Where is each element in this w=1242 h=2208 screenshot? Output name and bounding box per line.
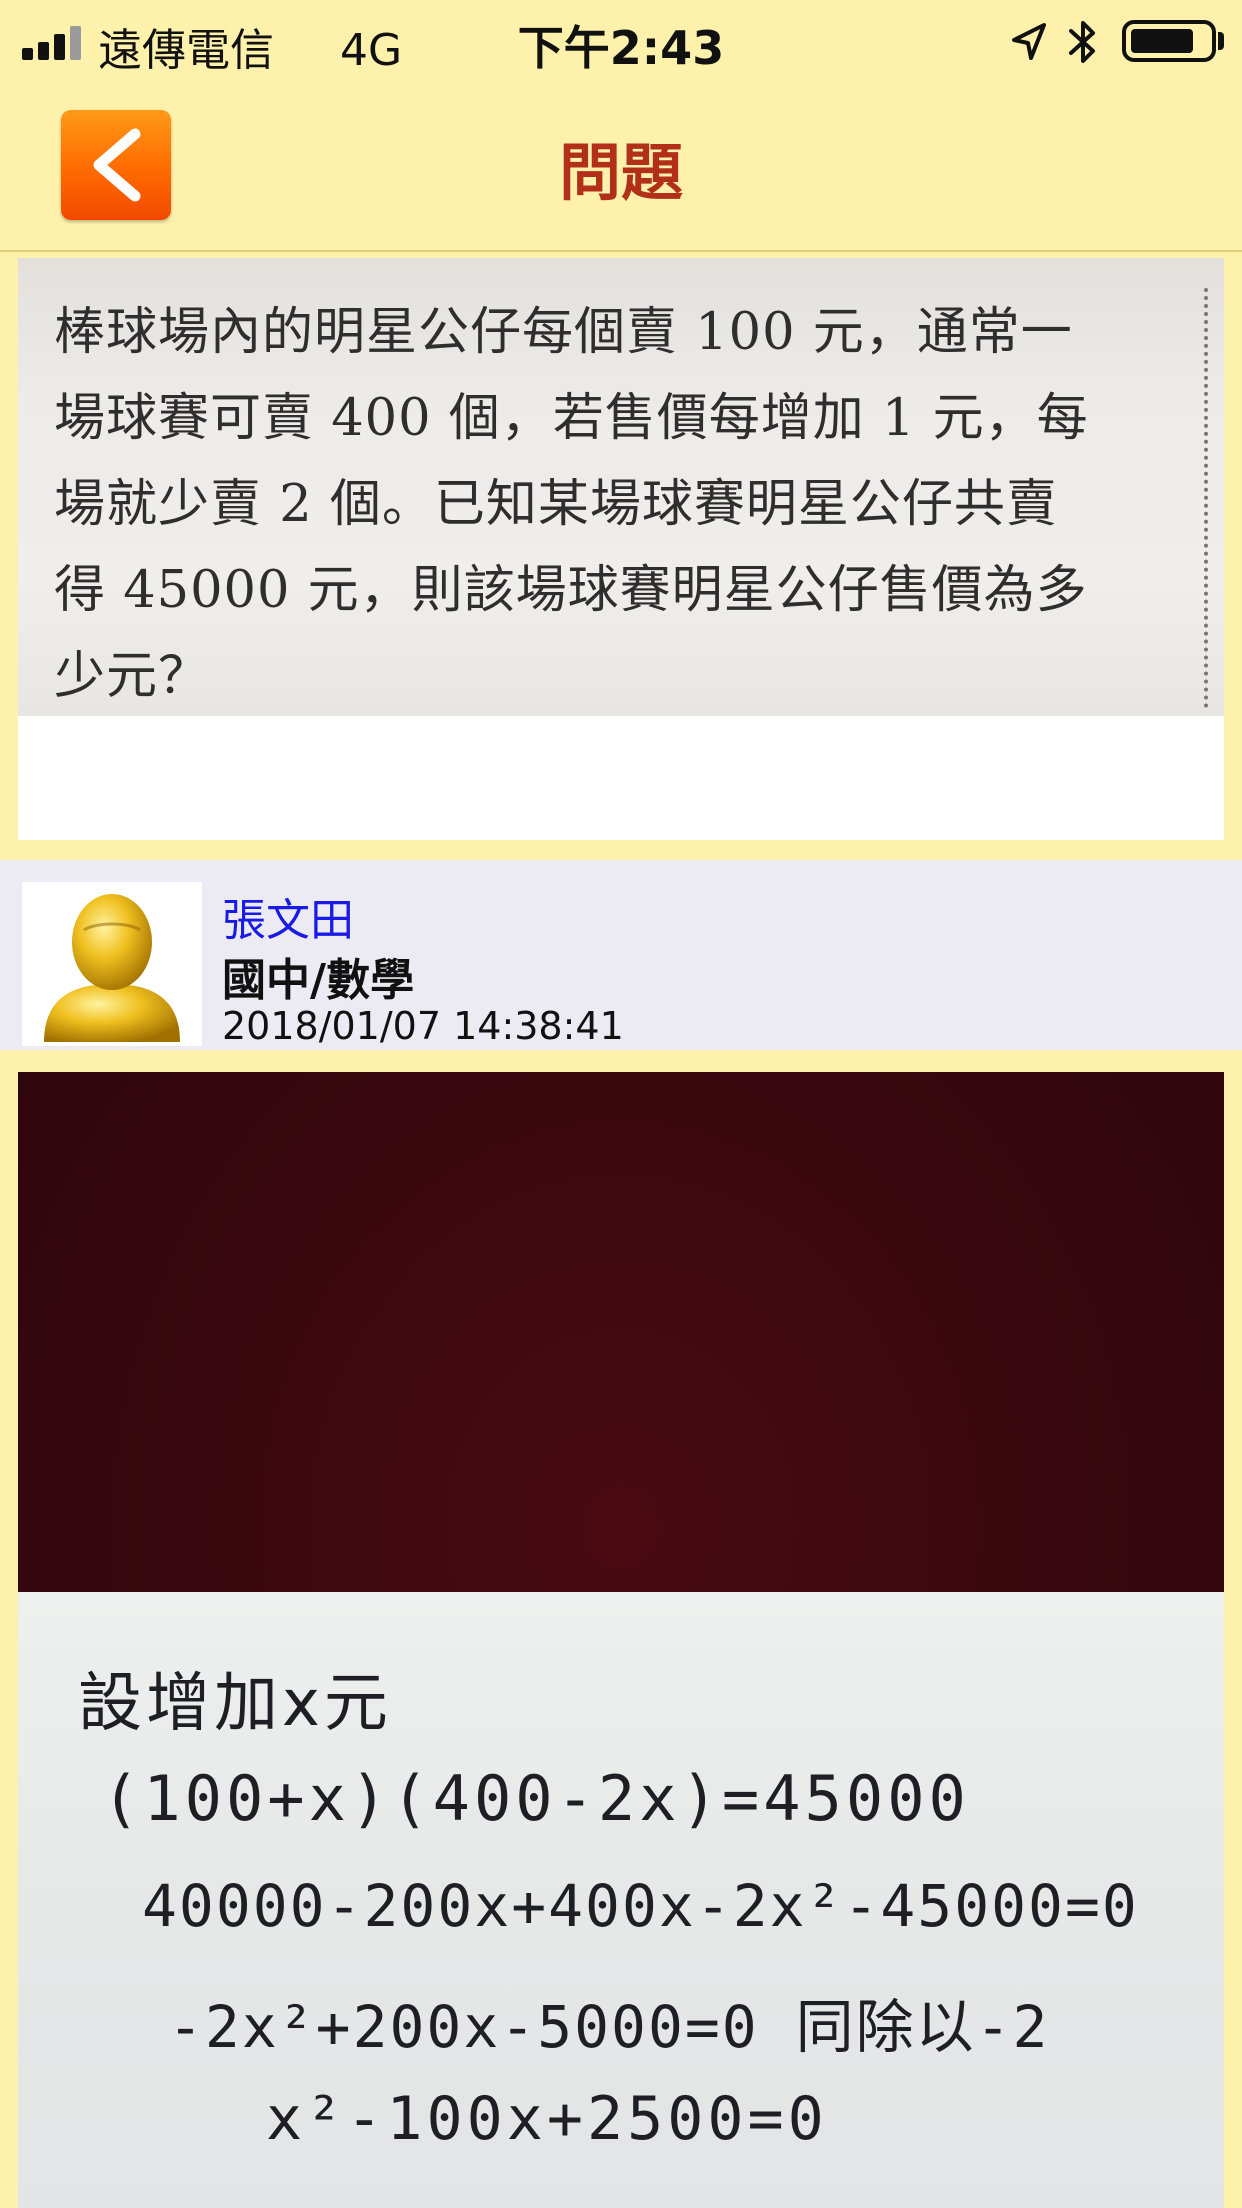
nav-bar: 問題 [0, 84, 1242, 252]
question-image-card[interactable]: 棒球場內的明星公仔每個賣 100 元，通常一 場球賽可賣 400 個，若售價每增… [18, 258, 1224, 840]
question-line: 場球賽可賣 400 個，若售價每增加 1 元，每 [54, 389, 1089, 448]
question-line: 場就少賣 2 個。已知某場球賽明星公仔共賣 [54, 475, 1058, 534]
answer-paper: 設增加x元 (100+x)(400-2x)=45000 40000-200x+4… [18, 1592, 1224, 2208]
bluetooth-icon [1069, 21, 1095, 63]
battery-icon [1122, 20, 1216, 62]
handwritten-line: (100+x)(400-2x)=45000 [102, 1762, 970, 1835]
author-info: 張文田 國中/數學 2018/01/07 14:38:41 [0, 860, 1242, 1050]
question-text: 棒球場內的明星公仔每個賣 100 元，通常一 場球賽可賣 400 個，若售價每增… [54, 290, 1174, 716]
handwritten-line: x²-100x+2500=0 [266, 2084, 828, 2154]
handwritten-line: 40000-200x+400x-2x²-45000=0 [142, 1872, 1139, 1940]
post-timestamp: 2018/01/07 14:38:41 [222, 1004, 624, 1048]
battery-tip [1218, 32, 1224, 50]
question-line: 棒球場內的明星公仔每個賣 100 元，通常一 [54, 303, 1073, 362]
handwritten-line: 設增加x元 [78, 1667, 392, 1741]
question-line: 少元？ [54, 647, 211, 706]
location-arrow-icon [1012, 23, 1046, 60]
question-photo[interactable]: 棒球場內的明星公仔每個賣 100 元，通常一 場球賽可賣 400 個，若售價每增… [18, 258, 1224, 716]
answer-photo[interactable]: 設增加x元 (100+x)(400-2x)=45000 40000-200x+4… [18, 1072, 1224, 2208]
question-line: 得 45000 元，則該場球賽明星公仔售價為多 [54, 561, 1088, 620]
author-name[interactable]: 張文田 [222, 884, 354, 948]
page-title: 問題 [558, 136, 683, 209]
status-time: 下午2:43 [517, 21, 725, 75]
dotted-divider [1204, 288, 1208, 708]
handwritten-line: -2x²+200x-5000=0 同除以-2 [168, 1993, 1050, 2061]
author-category: 國中/數學 [222, 955, 415, 1006]
user-avatar-icon[interactable] [22, 882, 202, 1046]
status-bar: 遠傳電信 4G 下午2:43 [0, 0, 1242, 84]
